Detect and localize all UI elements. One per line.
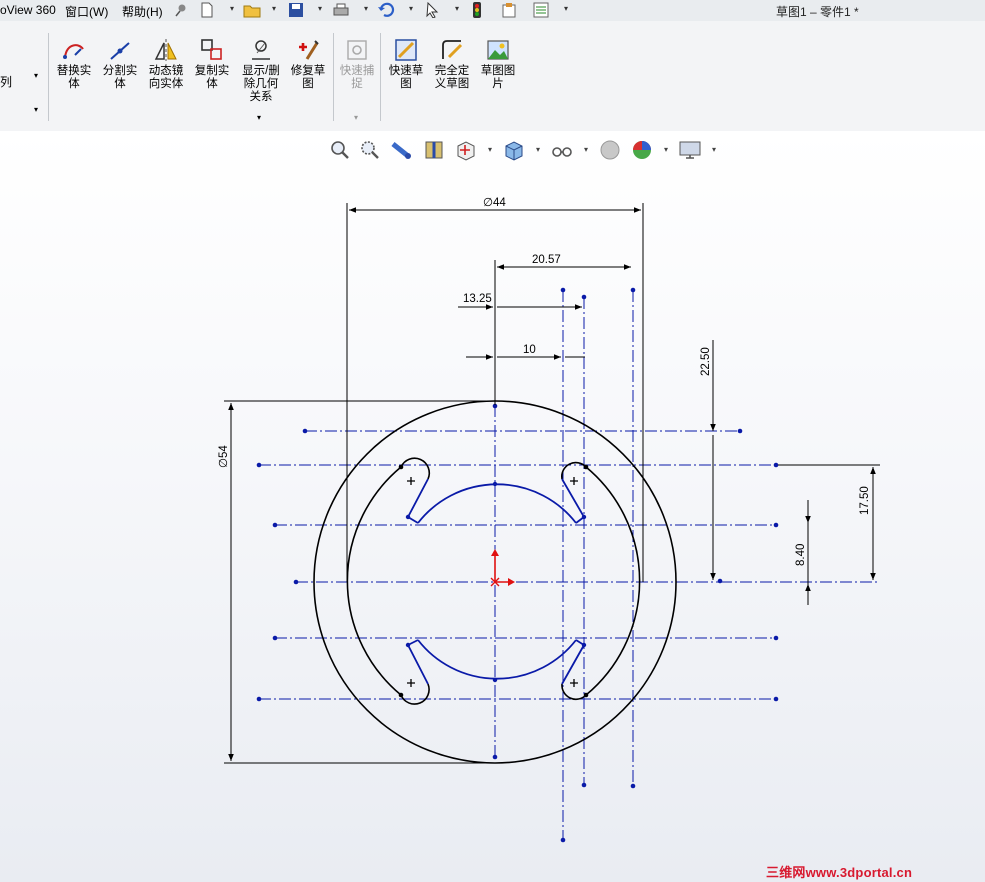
endpoint[interactable] <box>405 514 411 520</box>
right-slot-outer-arc[interactable] <box>585 466 641 696</box>
endpoint[interactable] <box>773 522 779 528</box>
endpoint[interactable] <box>492 754 498 760</box>
endpoint[interactable] <box>773 635 779 641</box>
endpoint[interactable] <box>256 696 262 702</box>
construction-lines <box>259 290 880 840</box>
endpoint[interactable] <box>583 692 589 698</box>
endpoint[interactable] <box>272 635 278 641</box>
endpoint[interactable] <box>581 782 587 788</box>
dimension-lines <box>224 203 880 764</box>
left-bottom-slot-end[interactable] <box>400 683 430 705</box>
endpoint[interactable] <box>405 642 411 648</box>
left-slot-outer-arc[interactable] <box>346 466 402 696</box>
endpoint[interactable] <box>293 579 299 585</box>
endpoint[interactable] <box>581 294 587 300</box>
left-top-slot-end[interactable] <box>400 457 431 480</box>
bottom-inner-arc[interactable] <box>417 639 577 680</box>
dimension-labels: ∅44 20.57 13.25 10 22.50 ∅54 17.50 8.40 <box>218 197 871 566</box>
dim-17-50[interactable]: 17.50 <box>859 486 871 515</box>
origin-icon[interactable] <box>490 549 515 587</box>
endpoint[interactable] <box>737 428 743 434</box>
watermark: 三维网www.3dportal.cn <box>766 865 913 880</box>
dim-13-25[interactable]: 13.25 <box>463 293 492 305</box>
endpoint[interactable] <box>256 462 262 468</box>
left-top-slot-side[interactable] <box>406 478 429 524</box>
endpoint[interactable] <box>302 428 308 434</box>
endpoint[interactable] <box>398 464 404 470</box>
endpoint[interactable] <box>630 287 636 293</box>
endpoint[interactable] <box>398 692 404 698</box>
endpoint[interactable] <box>560 287 566 293</box>
endpoint[interactable] <box>583 464 589 470</box>
endpoint[interactable] <box>581 514 587 520</box>
top-inner-arc[interactable] <box>417 483 577 524</box>
right-top-slot-side[interactable] <box>561 478 586 524</box>
endpoint[interactable] <box>492 677 498 683</box>
endpoint[interactable] <box>272 522 278 528</box>
right-bottom-slot-side[interactable] <box>561 639 586 685</box>
dim-big-diameter[interactable]: ∅54 <box>218 445 230 468</box>
endpoint[interactable] <box>492 481 498 487</box>
endpoint[interactable] <box>581 642 587 648</box>
sketch-drawing: ∅44 20.57 13.25 10 22.50 ∅54 17.50 8.40 <box>218 197 880 843</box>
endpoint[interactable] <box>560 837 566 843</box>
dim-20-57[interactable]: 20.57 <box>532 254 561 266</box>
left-bottom-slot-side[interactable] <box>406 639 429 685</box>
dim-8-40[interactable]: 8.40 <box>795 544 807 566</box>
endpoint[interactable] <box>717 578 723 584</box>
dim-outer-diameter[interactable]: ∅44 <box>483 197 506 209</box>
dim-10[interactable]: 10 <box>523 344 536 356</box>
endpoint[interactable] <box>773 462 779 468</box>
endpoint[interactable] <box>773 696 779 702</box>
dim-22-50[interactable]: 22.50 <box>700 347 712 376</box>
endpoint[interactable] <box>630 783 636 789</box>
